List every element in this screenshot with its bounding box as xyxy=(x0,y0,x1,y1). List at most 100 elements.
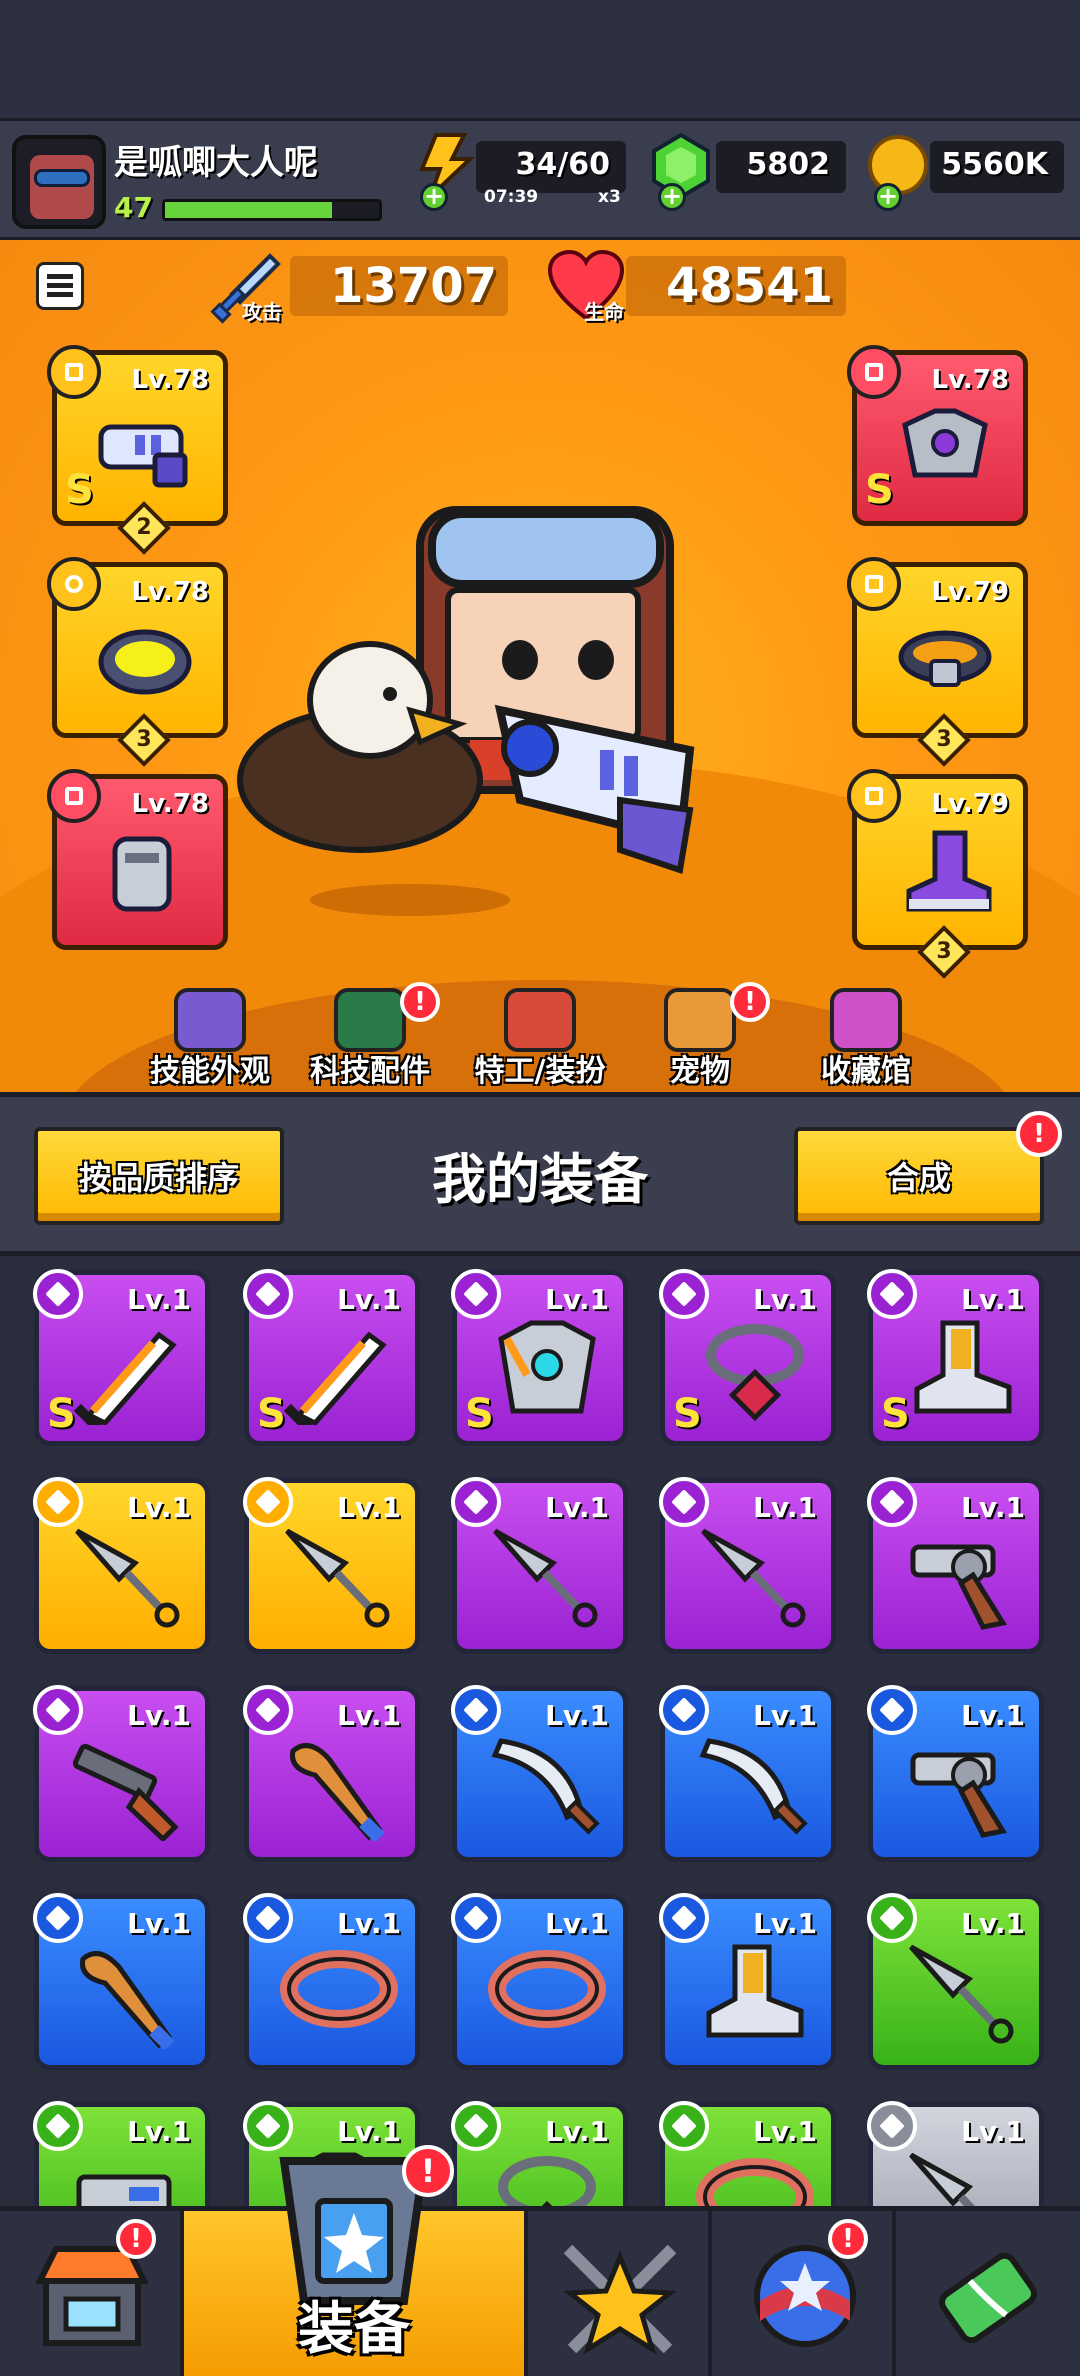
equip-slot-boots[interactable]: Lv.79 3 xyxy=(847,769,1028,979)
nav-shop[interactable]: ! xyxy=(0,2211,184,2376)
item-level: Lv.1 xyxy=(961,1283,1025,1316)
item-type-icon xyxy=(659,1893,709,1943)
item-level: Lv.1 xyxy=(337,2115,401,2148)
inventory-item[interactable]: Lv.1 xyxy=(243,1893,420,2070)
inventory-item[interactable]: Lv.1 xyxy=(33,2101,210,2206)
hero-panel: 攻击 13707 生命 48541 Lv.78 S 2 Lv.78 3 Lv.7… xyxy=(0,240,1080,1092)
inventory-item[interactable]: Lv.1 xyxy=(659,1477,836,1654)
equip-label: 装备 xyxy=(298,2297,410,2362)
tab-agent-outfit[interactable]: 特工/装扮 xyxy=(460,988,620,1092)
item-type-icon xyxy=(33,1269,83,1319)
item-level: Lv.1 xyxy=(753,1907,817,1940)
energy-multiplier: x3 xyxy=(598,187,621,207)
inventory-item[interactable]: Lv.1 S xyxy=(243,1269,420,1446)
inventory-item[interactable]: Lv.1 S xyxy=(33,1269,210,1446)
star-swords-icon xyxy=(563,2244,677,2355)
inventory-item[interactable]: Lv.1 S xyxy=(867,1269,1044,1446)
inventory-header: 按品质排序 我的装备 合成 ! xyxy=(0,1092,1080,1256)
inventory-item[interactable]: Lv.1 xyxy=(659,1893,836,2070)
nav-challenge[interactable] xyxy=(528,2211,712,2376)
inventory-item[interactable]: Lv.1 S xyxy=(659,1269,836,1446)
item-level: Lv.1 xyxy=(545,2115,609,2148)
slot-level: Lv.79 xyxy=(931,789,1009,819)
inventory-item[interactable]: Lv.1 xyxy=(867,1477,1044,1654)
energy-plus-button[interactable]: + xyxy=(420,183,448,211)
tab-label: 特工/装扮 xyxy=(474,1054,606,1089)
item-level: Lv.1 xyxy=(337,1491,401,1524)
inventory-item[interactable]: Lv.1 xyxy=(33,1477,210,1654)
item-level: Lv.1 xyxy=(127,1699,191,1732)
kunai-icon xyxy=(493,1528,598,1628)
item-type-icon xyxy=(243,1269,293,1319)
item-level: Lv.1 xyxy=(545,1907,609,1940)
merge-alert-badge: ! xyxy=(1016,1111,1062,1157)
tab-skill-skin[interactable]: 技能外观 xyxy=(130,988,290,1092)
purple-boots-icon xyxy=(906,830,992,912)
boots-icon xyxy=(914,1320,1012,1414)
nav-equipment[interactable]: ! 装备 xyxy=(184,2145,528,2376)
tab-label: 技能外观 xyxy=(150,1054,270,1089)
sword-icon xyxy=(283,1331,387,1425)
necklace-slot-icon xyxy=(47,557,101,611)
inventory-item[interactable]: Lv.1 xyxy=(33,1893,210,2070)
tab-pet[interactable]: ! 宠物 xyxy=(620,982,780,1092)
hero-character xyxy=(237,506,695,916)
inventory-item[interactable]: Lv.1 xyxy=(243,1685,420,1862)
attack-stat: 13707 xyxy=(290,256,508,316)
tab-tech-parts[interactable]: ! 科技配件 xyxy=(290,982,450,1092)
weapon-slot-icon xyxy=(47,345,101,399)
revolver-icon xyxy=(910,1544,1008,1630)
energy-value: 34/60 xyxy=(515,147,610,182)
inventory-item[interactable]: Lv.1 xyxy=(451,2101,628,2206)
item-level: Lv.1 xyxy=(545,1283,609,1316)
item-type-icon xyxy=(243,1685,293,1735)
inventory-item[interactable]: Lv.1 xyxy=(243,1477,420,1654)
inventory-item[interactable]: Lv.1 xyxy=(451,1685,628,1862)
mech-armor-icon xyxy=(902,408,988,478)
gun-icon xyxy=(76,2174,172,2206)
avatar-visor-icon xyxy=(34,169,90,187)
coin-plus-button[interactable]: + xyxy=(874,183,902,211)
merge-button[interactable]: 合成 xyxy=(794,1127,1044,1225)
inventory-item[interactable]: Lv.1 xyxy=(659,1685,836,1862)
inventory-item[interactable]: Lv.1 xyxy=(33,1685,210,1862)
tech-parts-icon xyxy=(334,988,406,1052)
inventory-item[interactable]: Lv.1 xyxy=(867,2101,1044,2206)
player-avatar[interactable] xyxy=(12,135,106,229)
necklace-icon xyxy=(498,2156,596,2206)
item-type-icon xyxy=(243,1893,293,1943)
nav-events[interactable]: ! xyxy=(712,2211,896,2376)
item-type-icon xyxy=(867,1477,917,1527)
item-type-icon xyxy=(659,1477,709,1527)
item-type-icon xyxy=(867,1269,917,1319)
menu-icon[interactable] xyxy=(36,262,84,310)
item-level: Lv.1 xyxy=(127,2115,191,2148)
tab-collection[interactable]: 收藏馆 xyxy=(786,988,946,1092)
xp-fill xyxy=(165,202,332,218)
status-area xyxy=(0,0,1080,118)
sword-icon xyxy=(73,1331,177,1425)
collection-icon xyxy=(830,988,902,1052)
equip-slot-necklace[interactable]: Lv.78 3 xyxy=(47,557,228,767)
equip-slot-weapon[interactable]: Lv.78 S 2 xyxy=(47,345,228,555)
item-type-icon xyxy=(33,2101,83,2151)
inventory-item[interactable]: Lv.1 S xyxy=(451,1269,628,1446)
item-type-icon xyxy=(33,1685,83,1735)
inventory-item[interactable]: Lv.1 xyxy=(659,2101,836,2206)
equip-slot-belt[interactable]: Lv.79 3 xyxy=(847,557,1028,767)
pet-icon xyxy=(664,988,736,1052)
inventory-item[interactable]: Lv.1 xyxy=(451,1893,628,2070)
equip-slot-gloves[interactable]: Lv.78 xyxy=(47,769,228,950)
slot-level: Lv.78 xyxy=(131,365,209,395)
belt-icon xyxy=(696,2158,814,2206)
inventory-item[interactable]: Lv.1 xyxy=(451,1477,628,1654)
item-level: Lv.1 xyxy=(545,1491,609,1524)
inventory-item[interactable]: Lv.1 xyxy=(867,1893,1044,2070)
inventory-item[interactable]: Lv.1 xyxy=(867,1685,1044,1862)
gem-plus-button[interactable]: + xyxy=(658,183,686,211)
spiked-collar-icon xyxy=(98,629,192,695)
equip-slot-armor[interactable]: Lv.78 S xyxy=(847,345,1028,526)
nav-evolve[interactable] xyxy=(896,2211,1080,2376)
skill-skin-icon xyxy=(174,988,246,1052)
item-type-icon xyxy=(451,1477,501,1527)
